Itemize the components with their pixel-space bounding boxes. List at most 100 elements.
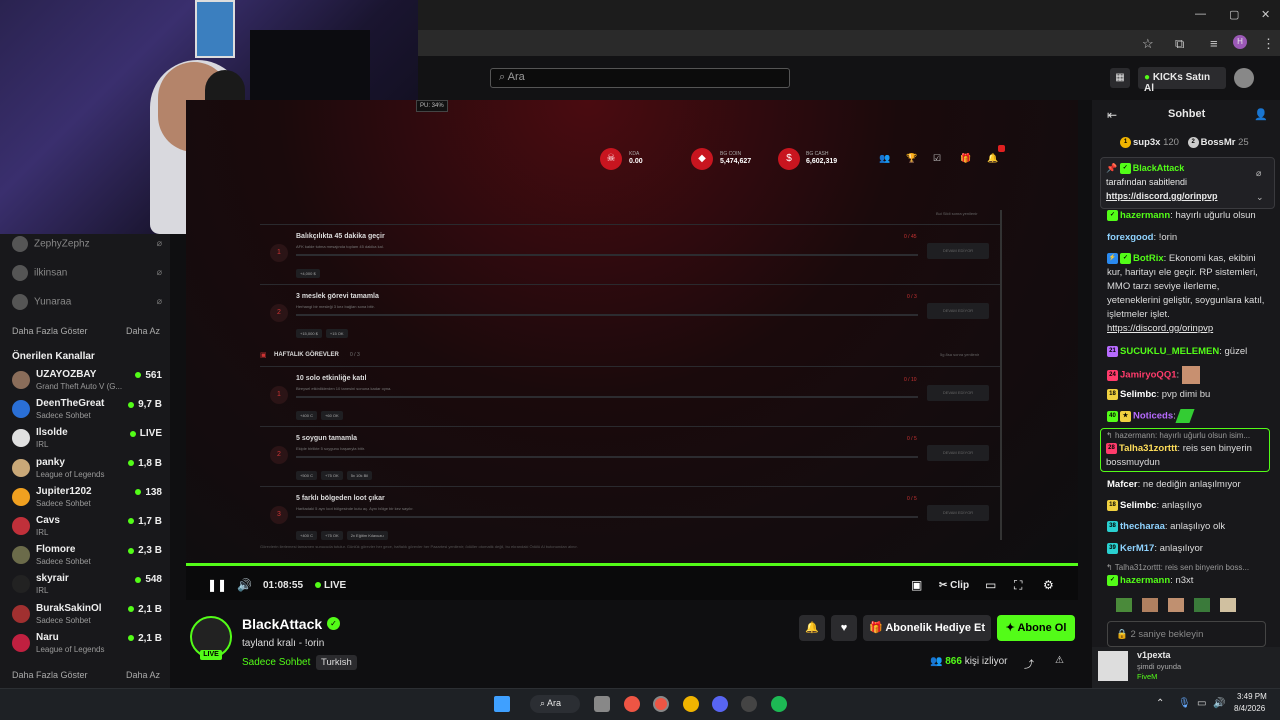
- chrome-icon[interactable]: [624, 696, 640, 712]
- maximize-icon[interactable]: ▢: [1229, 8, 1239, 21]
- recommended-channel[interactable]: Flomore Sadece Sohbet 2,3 B: [12, 544, 162, 572]
- gifter-name[interactable]: BossMr: [1201, 137, 1236, 148]
- user-avatar[interactable]: [1234, 68, 1254, 88]
- task-action-button[interactable]: DEVAM EDİYOR: [927, 385, 989, 401]
- followed-channel[interactable]: ilkinsan ⌀: [12, 265, 162, 285]
- heart-icon: ♥: [840, 622, 848, 634]
- close-icon[interactable]: ✕: [1261, 8, 1270, 21]
- clock-date[interactable]: 8/4/2026: [1234, 704, 1265, 713]
- recommended-channel[interactable]: Ilsolde IRL LIVE: [12, 427, 162, 455]
- recommended-channel[interactable]: BurakSakinOl Sadece Sohbet 2,1 B: [12, 603, 162, 631]
- taskbar-search[interactable]: ⌕ Ara: [530, 695, 580, 713]
- windows-start-icon[interactable]: [494, 696, 510, 712]
- show-more-link[interactable]: Daha Fazla Göster: [12, 670, 88, 680]
- recommended-channel[interactable]: Jupiter1202 Sadece Sohbet 138: [12, 486, 162, 514]
- chat-users-icon[interactable]: 👤: [1254, 108, 1268, 121]
- friends-icon: 👥: [879, 153, 891, 163]
- clock-time[interactable]: 3:49 PM: [1237, 692, 1267, 701]
- emote-bar: [1116, 598, 1266, 616]
- task-number: 3: [270, 506, 288, 524]
- show-less-link[interactable]: Daha Az: [126, 326, 160, 336]
- emote[interactable]: [1220, 598, 1236, 612]
- emote[interactable]: [1142, 598, 1158, 612]
- miniplayer-icon[interactable]: ▭: [985, 578, 996, 592]
- buy-kicks-button[interactable]: ● KICKs Satın Al: [1138, 67, 1226, 94]
- recommended-channel[interactable]: Naru League of Legends 2,1 B: [12, 632, 162, 660]
- chat-message: 24 JamiryoQQ1:: [1107, 366, 1267, 384]
- share-icon[interactable]: ⤴: [1024, 656, 1034, 671]
- task-action-button[interactable]: DEVAM EDİYOR: [927, 445, 989, 461]
- menu-kebab-icon[interactable]: ⋮: [1262, 36, 1275, 52]
- subscribe-button[interactable]: ✦ Abone Ol: [997, 615, 1075, 641]
- recommended-channel[interactable]: Cavs IRL 1,7 B: [12, 515, 162, 543]
- sub-badge: 39: [1107, 542, 1118, 554]
- channel-category: IRL: [36, 528, 49, 537]
- notification-bell-button[interactable]: 🔔: [799, 615, 825, 641]
- settings-gear-icon[interactable]: ⚙: [1043, 578, 1054, 592]
- chrome-active-icon[interactable]: [653, 696, 669, 712]
- rank-badge: 1: [1120, 137, 1131, 148]
- notes-icon[interactable]: [683, 696, 699, 712]
- report-warning-icon[interactable]: ⚠: [1055, 655, 1064, 666]
- viewer-count: 2,1 B: [128, 633, 162, 644]
- tray-chevron-icon[interactable]: ⌃: [1156, 698, 1164, 709]
- channel-name[interactable]: BlackAttack: [242, 616, 322, 632]
- microphone-icon[interactable]: 🎙: [1178, 698, 1191, 709]
- show-less-link[interactable]: Daha Az: [126, 670, 160, 680]
- network-icon[interactable]: ▭: [1197, 698, 1206, 709]
- pause-icon[interactable]: ❚❚: [207, 578, 227, 592]
- notification-badge: [998, 145, 1005, 152]
- collapse-chat-icon[interactable]: ⇤: [1107, 108, 1117, 122]
- task-action-button[interactable]: DEVAM EDİYOR: [927, 243, 989, 259]
- avatar: [12, 604, 30, 623]
- playback-progress[interactable]: [186, 563, 1078, 566]
- unpin-icon[interactable]: ⌀: [1256, 168, 1261, 179]
- emote: [1175, 409, 1195, 423]
- recommended-channel[interactable]: skyrair IRL 548: [12, 573, 162, 601]
- volume-icon[interactable]: 🔊: [237, 578, 252, 592]
- theater-mode-icon[interactable]: ▣: [911, 578, 922, 592]
- follow-heart-button[interactable]: ♥: [831, 615, 857, 641]
- obs-icon[interactable]: [741, 696, 757, 712]
- task-action-button[interactable]: DEVAM EDİYOR: [927, 505, 989, 521]
- spotify-icon[interactable]: [771, 696, 787, 712]
- playback-time: 01:08:55: [263, 580, 304, 591]
- clip-button[interactable]: ✂ Clip: [939, 580, 969, 591]
- stream-category[interactable]: Sadece Sohbet: [242, 657, 310, 668]
- discord-icon[interactable]: [712, 696, 728, 712]
- profile-avatar[interactable]: H: [1233, 35, 1247, 49]
- show-more-link[interactable]: Daha Fazla Göster: [12, 326, 88, 336]
- star-icon: ✦: [1005, 622, 1018, 634]
- media-icon[interactable]: ≡: [1210, 36, 1218, 51]
- recommended-channel[interactable]: UZAYOZBAY Grand Theft Auto V (G... 561: [12, 369, 162, 397]
- followed-channel[interactable]: Yunaraa ⌀: [12, 294, 162, 314]
- search-input[interactable]: ⌕ Ara: [490, 68, 790, 88]
- layout-icon[interactable]: ▦: [1110, 68, 1130, 88]
- gifter-name[interactable]: sup3x: [1133, 137, 1160, 148]
- lock-icon: 🔒: [1116, 629, 1131, 640]
- pinned-link[interactable]: https://discord.gg/orinpvp: [1106, 191, 1218, 201]
- task-action-button[interactable]: DEVAM EDİYOR: [927, 303, 989, 319]
- emote[interactable]: [1194, 598, 1210, 612]
- chat-message: 21 SUCUKLU_MELEMEN: güzel: [1107, 345, 1267, 359]
- channel-category: League of Legends: [36, 644, 105, 654]
- task-view-icon[interactable]: [594, 696, 610, 712]
- fullscreen-icon[interactable]: ⛶: [1014, 578, 1022, 593]
- emote[interactable]: [1116, 598, 1132, 612]
- recommended-channel[interactable]: DeenTheGreat Sadece Sohbet 9,7 B: [12, 398, 162, 426]
- followed-channel[interactable]: ZephyZephz ⌀: [12, 236, 162, 256]
- chevron-down-icon[interactable]: ⌄: [1256, 192, 1264, 203]
- emote[interactable]: [1168, 598, 1184, 612]
- avatar: [12, 575, 30, 594]
- recommended-channel[interactable]: panky League of Legends 1,8 B: [12, 457, 162, 485]
- scrollbar[interactable]: [1000, 210, 1002, 540]
- chat-message: ✓ hazermann: n3xt: [1107, 574, 1267, 588]
- chat-link[interactable]: https://discord.gg/orinpvp: [1107, 323, 1213, 334]
- bookmark-star-icon[interactable]: ☆: [1142, 36, 1154, 52]
- minimize-icon[interactable]: —: [1195, 8, 1206, 20]
- stream-tag[interactable]: Turkish: [316, 655, 357, 670]
- gift-sub-button[interactable]: 🎁 Abonelik Hediye Et: [863, 615, 991, 641]
- chat-input[interactable]: 🔒 2 saniye bekleyin: [1107, 621, 1266, 647]
- extensions-icon[interactable]: ⧉: [1175, 36, 1184, 52]
- volume-tray-icon[interactable]: 🔊: [1213, 698, 1225, 709]
